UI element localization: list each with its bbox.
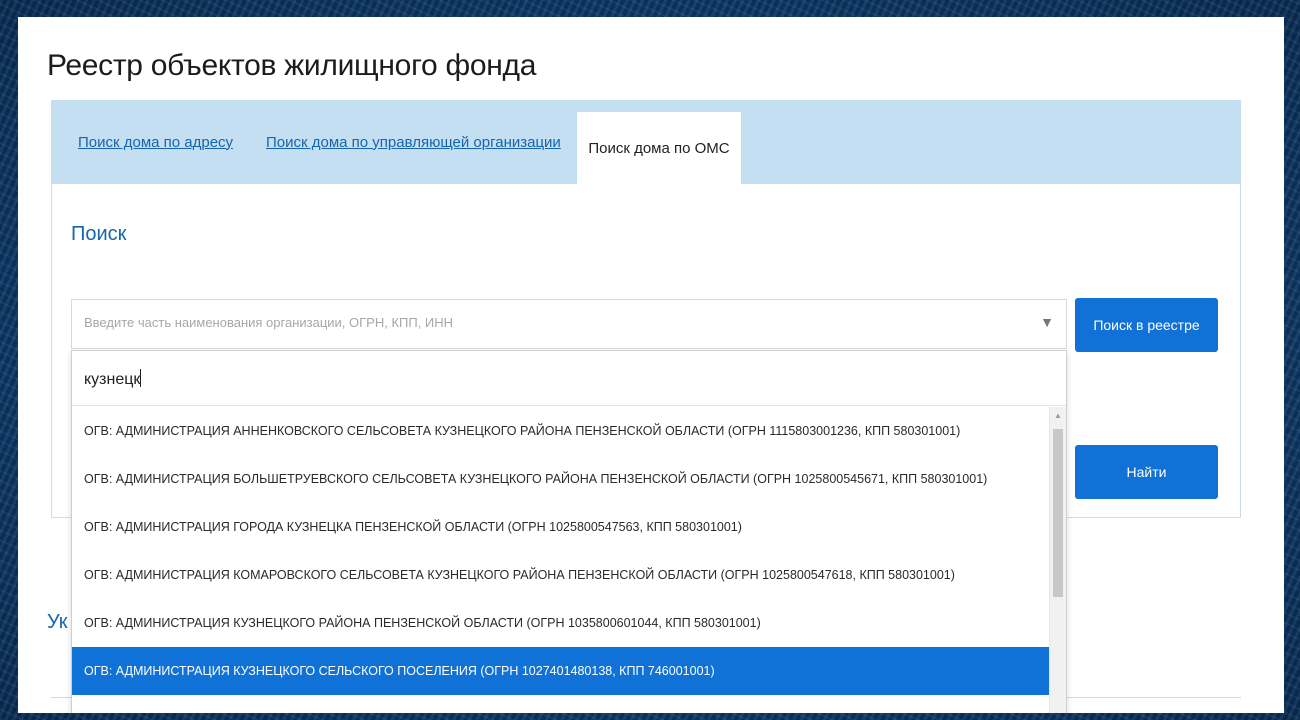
tab-search-by-address[interactable]: Поиск дома по адресу (78, 100, 233, 184)
filter-value: кузнецк (84, 371, 141, 388)
search-heading: Поиск (71, 223, 127, 245)
scroll-up-icon[interactable]: ▲ (1054, 411, 1062, 420)
dropdown-options-list: ОГВ: АДМИНИСТРАЦИЯ АННЕНКОВСКОГО СЕЛЬСОВ… (72, 407, 1050, 695)
dropdown-scrollbar[interactable]: ▲ (1049, 407, 1066, 713)
combobox-placeholder: Введите часть наименования организации, … (84, 315, 454, 330)
dropdown-option[interactable]: ОГВ: АДМИНИСТРАЦИЯ КУЗНЕЦКОГО РАЙОНА ПЕН… (72, 599, 1050, 647)
find-button[interactable]: Найти (1075, 445, 1218, 499)
search-registry-button[interactable]: Поиск в реестре (1075, 298, 1218, 352)
tab-search-by-management-org[interactable]: Поиск дома по управляющей организации (266, 100, 561, 184)
main-panel: Реестр объектов жилищного фонда Поиск до… (18, 17, 1284, 713)
tab-search-by-oms[interactable]: Поиск дома по ОМС (577, 112, 741, 184)
page-title: Реестр объектов жилищного фонда (47, 49, 537, 82)
organization-dropdown: кузнецк ОГВ: АДМИНИСТРАЦИЯ АННЕНКОВСКОГО… (71, 350, 1067, 713)
organization-combobox[interactable]: Введите часть наименования организации, … (71, 299, 1067, 349)
section-heading-partial: Ук (47, 611, 68, 633)
text-caret (140, 369, 142, 387)
dropdown-option[interactable]: ОГВ: АДМИНИСТРАЦИЯ БОЛЬШЕТРУЕВСКОГО СЕЛЬ… (72, 455, 1050, 503)
tabs-bar: Поиск дома по адресу Поиск дома по управ… (51, 100, 1241, 184)
dropdown-option-selected[interactable]: ОГВ: АДМИНИСТРАЦИЯ КУЗНЕЦКОГО СЕЛЬСКОГО … (72, 647, 1050, 695)
dropdown-option[interactable]: ОГВ: АДМИНИСТРАЦИЯ ГОРОДА КУЗНЕЦКА ПЕНЗЕ… (72, 503, 1050, 551)
chevron-down-icon[interactable]: ▼ (1040, 314, 1054, 330)
scrollbar-thumb[interactable] (1053, 429, 1063, 597)
dropdown-option[interactable]: ОГВ: АДМИНИСТРАЦИЯ КОМАРОВСКОГО СЕЛЬСОВЕ… (72, 551, 1050, 599)
dropdown-option[interactable]: ОГВ: АДМИНИСТРАЦИЯ АННЕНКОВСКОГО СЕЛЬСОВ… (72, 407, 1050, 455)
dropdown-filter-input[interactable]: кузнецк (72, 351, 1066, 406)
